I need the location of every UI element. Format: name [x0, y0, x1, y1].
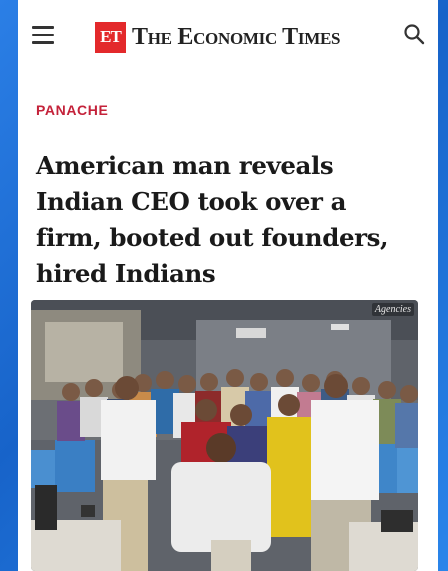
search-icon[interactable]	[402, 22, 426, 46]
article-headline: American man reveals Indian CEO took ove…	[36, 151, 389, 288]
site-header: ET The Economic Times	[18, 0, 438, 72]
section-label[interactable]: PANACHE	[36, 102, 108, 118]
logo-wordmark: The Economic Times	[132, 23, 341, 50]
group-photo-illustration	[31, 300, 418, 571]
photo-credit: Agencies	[371, 303, 414, 316]
article-page: ET The Economic Times PANACHE American m…	[18, 0, 438, 571]
site-logo[interactable]: ET The Economic Times	[95, 21, 341, 53]
hamburger-menu-icon[interactable]	[32, 26, 54, 44]
article-photo[interactable]: Agencies	[31, 300, 418, 571]
logo-mark: ET	[95, 21, 126, 53]
